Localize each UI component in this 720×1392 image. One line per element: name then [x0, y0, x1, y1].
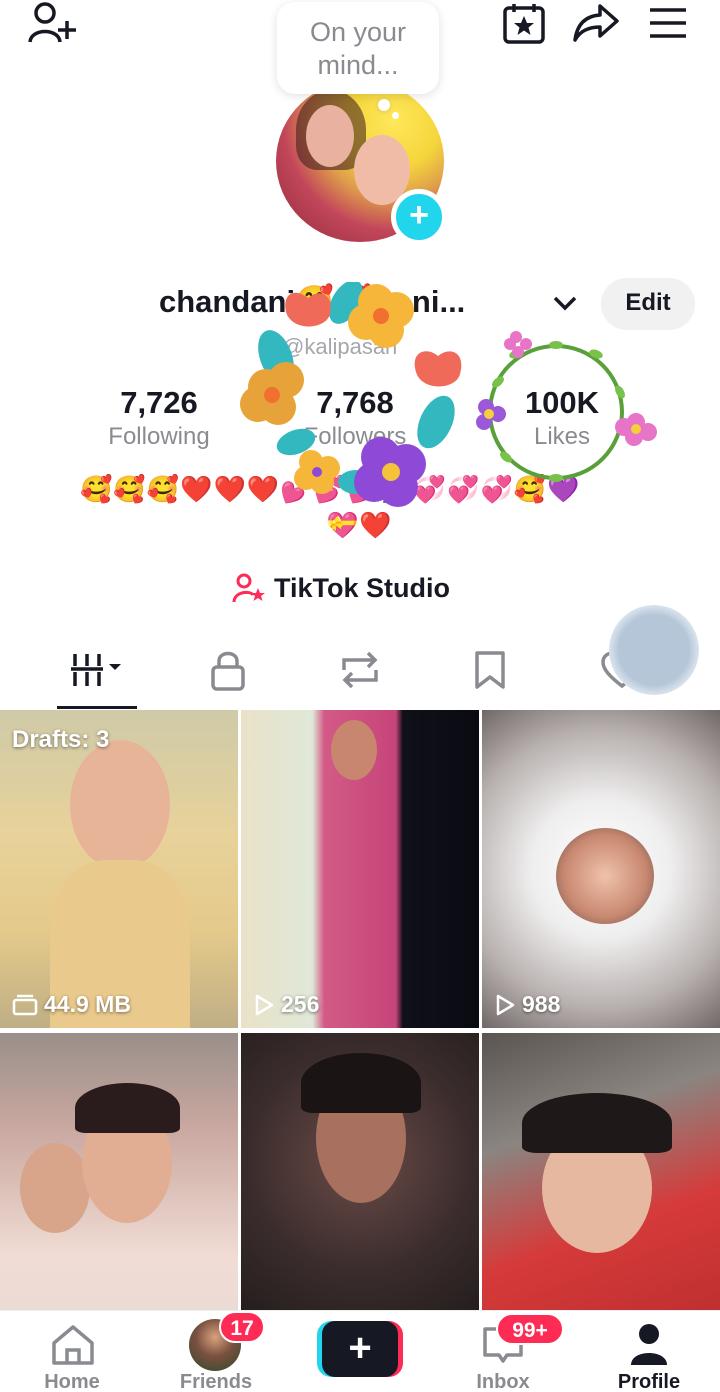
nav-inbox-label: Inbox — [476, 1371, 530, 1392]
stat-likes[interactable]: 100K Likes — [497, 384, 627, 452]
followers-label: Followers — [303, 423, 407, 450]
edit-profile-button[interactable]: Edit — [601, 278, 695, 330]
tiktok-studio-label: TikTok Studio — [274, 572, 451, 603]
bubble-tail — [392, 112, 399, 119]
video-views-value: 988 — [522, 991, 561, 1017]
share-icon[interactable] — [570, 0, 622, 46]
play-icon — [496, 994, 515, 1015]
bottom-nav: Home Friends 17 + Inbox 99+ Profile — [0, 1310, 720, 1392]
note-bubble[interactable]: On your mind... — [277, 2, 439, 94]
lock-icon — [211, 651, 245, 691]
video-thumbnail[interactable] — [0, 1033, 238, 1351]
note-bubble-line1: On your — [309, 17, 407, 47]
video-thumbnail-drafts[interactable]: Drafts: 3 44.9 MB — [0, 710, 238, 1028]
create-plus-icon: + — [322, 1321, 398, 1377]
bio-line-1: 🥰🥰🥰❤️❤️❤️💕💕💕🌺💞💞💞🥰💜 — [80, 474, 581, 504]
video-thumbnail[interactable] — [482, 1033, 720, 1351]
bookmark-icon — [475, 651, 505, 689]
video-thumbnail[interactable]: 256 — [241, 710, 479, 1028]
following-label: Following — [108, 423, 210, 450]
bubble-tail — [378, 99, 390, 111]
tiktok-studio-link[interactable]: TikTok Studio — [232, 570, 450, 606]
note-bubble-line2: mind... — [317, 50, 399, 80]
tab-private[interactable] — [198, 630, 258, 710]
calendar-star-icon[interactable] — [500, 0, 548, 46]
video-thumbnail[interactable] — [241, 1033, 479, 1351]
grid-menu-icon — [71, 654, 121, 686]
drafts-size: 44.9 MB — [12, 991, 131, 1018]
nav-home[interactable]: Home — [12, 1311, 132, 1392]
stat-following[interactable]: 7,726 Following — [94, 384, 224, 452]
drafts-icon — [12, 994, 38, 1015]
add-story-button[interactable]: + — [391, 189, 447, 245]
likes-count: 100K — [524, 385, 600, 420]
tab-videos[interactable] — [57, 630, 137, 710]
video-views: 256 — [253, 991, 319, 1018]
friends-badge: 17 — [219, 1311, 265, 1343]
floating-assistive-button[interactable] — [609, 605, 699, 695]
username[interactable]: chandani🥰🥰Rani... — [159, 283, 465, 320]
nav-profile-label: Profile — [617, 1371, 681, 1392]
video-views: 988 — [494, 991, 560, 1018]
nav-friends-label: Friends — [179, 1371, 253, 1392]
stat-followers[interactable]: 7,768 Followers — [290, 384, 420, 452]
create-button[interactable]: + — [317, 1321, 403, 1377]
repost-icon — [342, 651, 378, 689]
drafts-size-value: 44.9 MB — [44, 991, 131, 1017]
video-views-value: 256 — [281, 991, 320, 1017]
nav-home-label: Home — [44, 1371, 100, 1392]
inbox-badge: 99+ — [496, 1313, 564, 1345]
profile-icon — [631, 1324, 667, 1365]
menu-icon[interactable] — [646, 0, 690, 46]
chevron-down-icon[interactable] — [550, 288, 580, 323]
user-handle: @kalipasan — [282, 334, 398, 359]
followers-count: 7,768 — [316, 385, 394, 420]
drafts-label: Drafts: 3 — [12, 726, 110, 753]
following-count: 7,726 — [120, 385, 198, 420]
video-thumbnail[interactable]: 988 — [482, 710, 720, 1028]
tab-favorites[interactable] — [460, 630, 520, 710]
video-grid: Drafts: 3 44.9 MB 256 988 — [0, 710, 720, 1351]
play-icon — [255, 994, 274, 1015]
bio-line-2: 💝❤️ — [326, 510, 393, 540]
active-tab-indicator — [57, 706, 137, 709]
profile-circle-image — [556, 828, 654, 924]
likes-label: Likes — [533, 423, 591, 450]
add-friend-icon[interactable] — [24, 0, 80, 46]
home-icon — [52, 1325, 94, 1365]
nav-profile[interactable]: Profile — [589, 1311, 709, 1392]
tab-reposts[interactable] — [330, 630, 390, 710]
name-row: chandani🥰🥰Rani... Edit — [0, 278, 720, 330]
studio-icon — [232, 573, 265, 603]
